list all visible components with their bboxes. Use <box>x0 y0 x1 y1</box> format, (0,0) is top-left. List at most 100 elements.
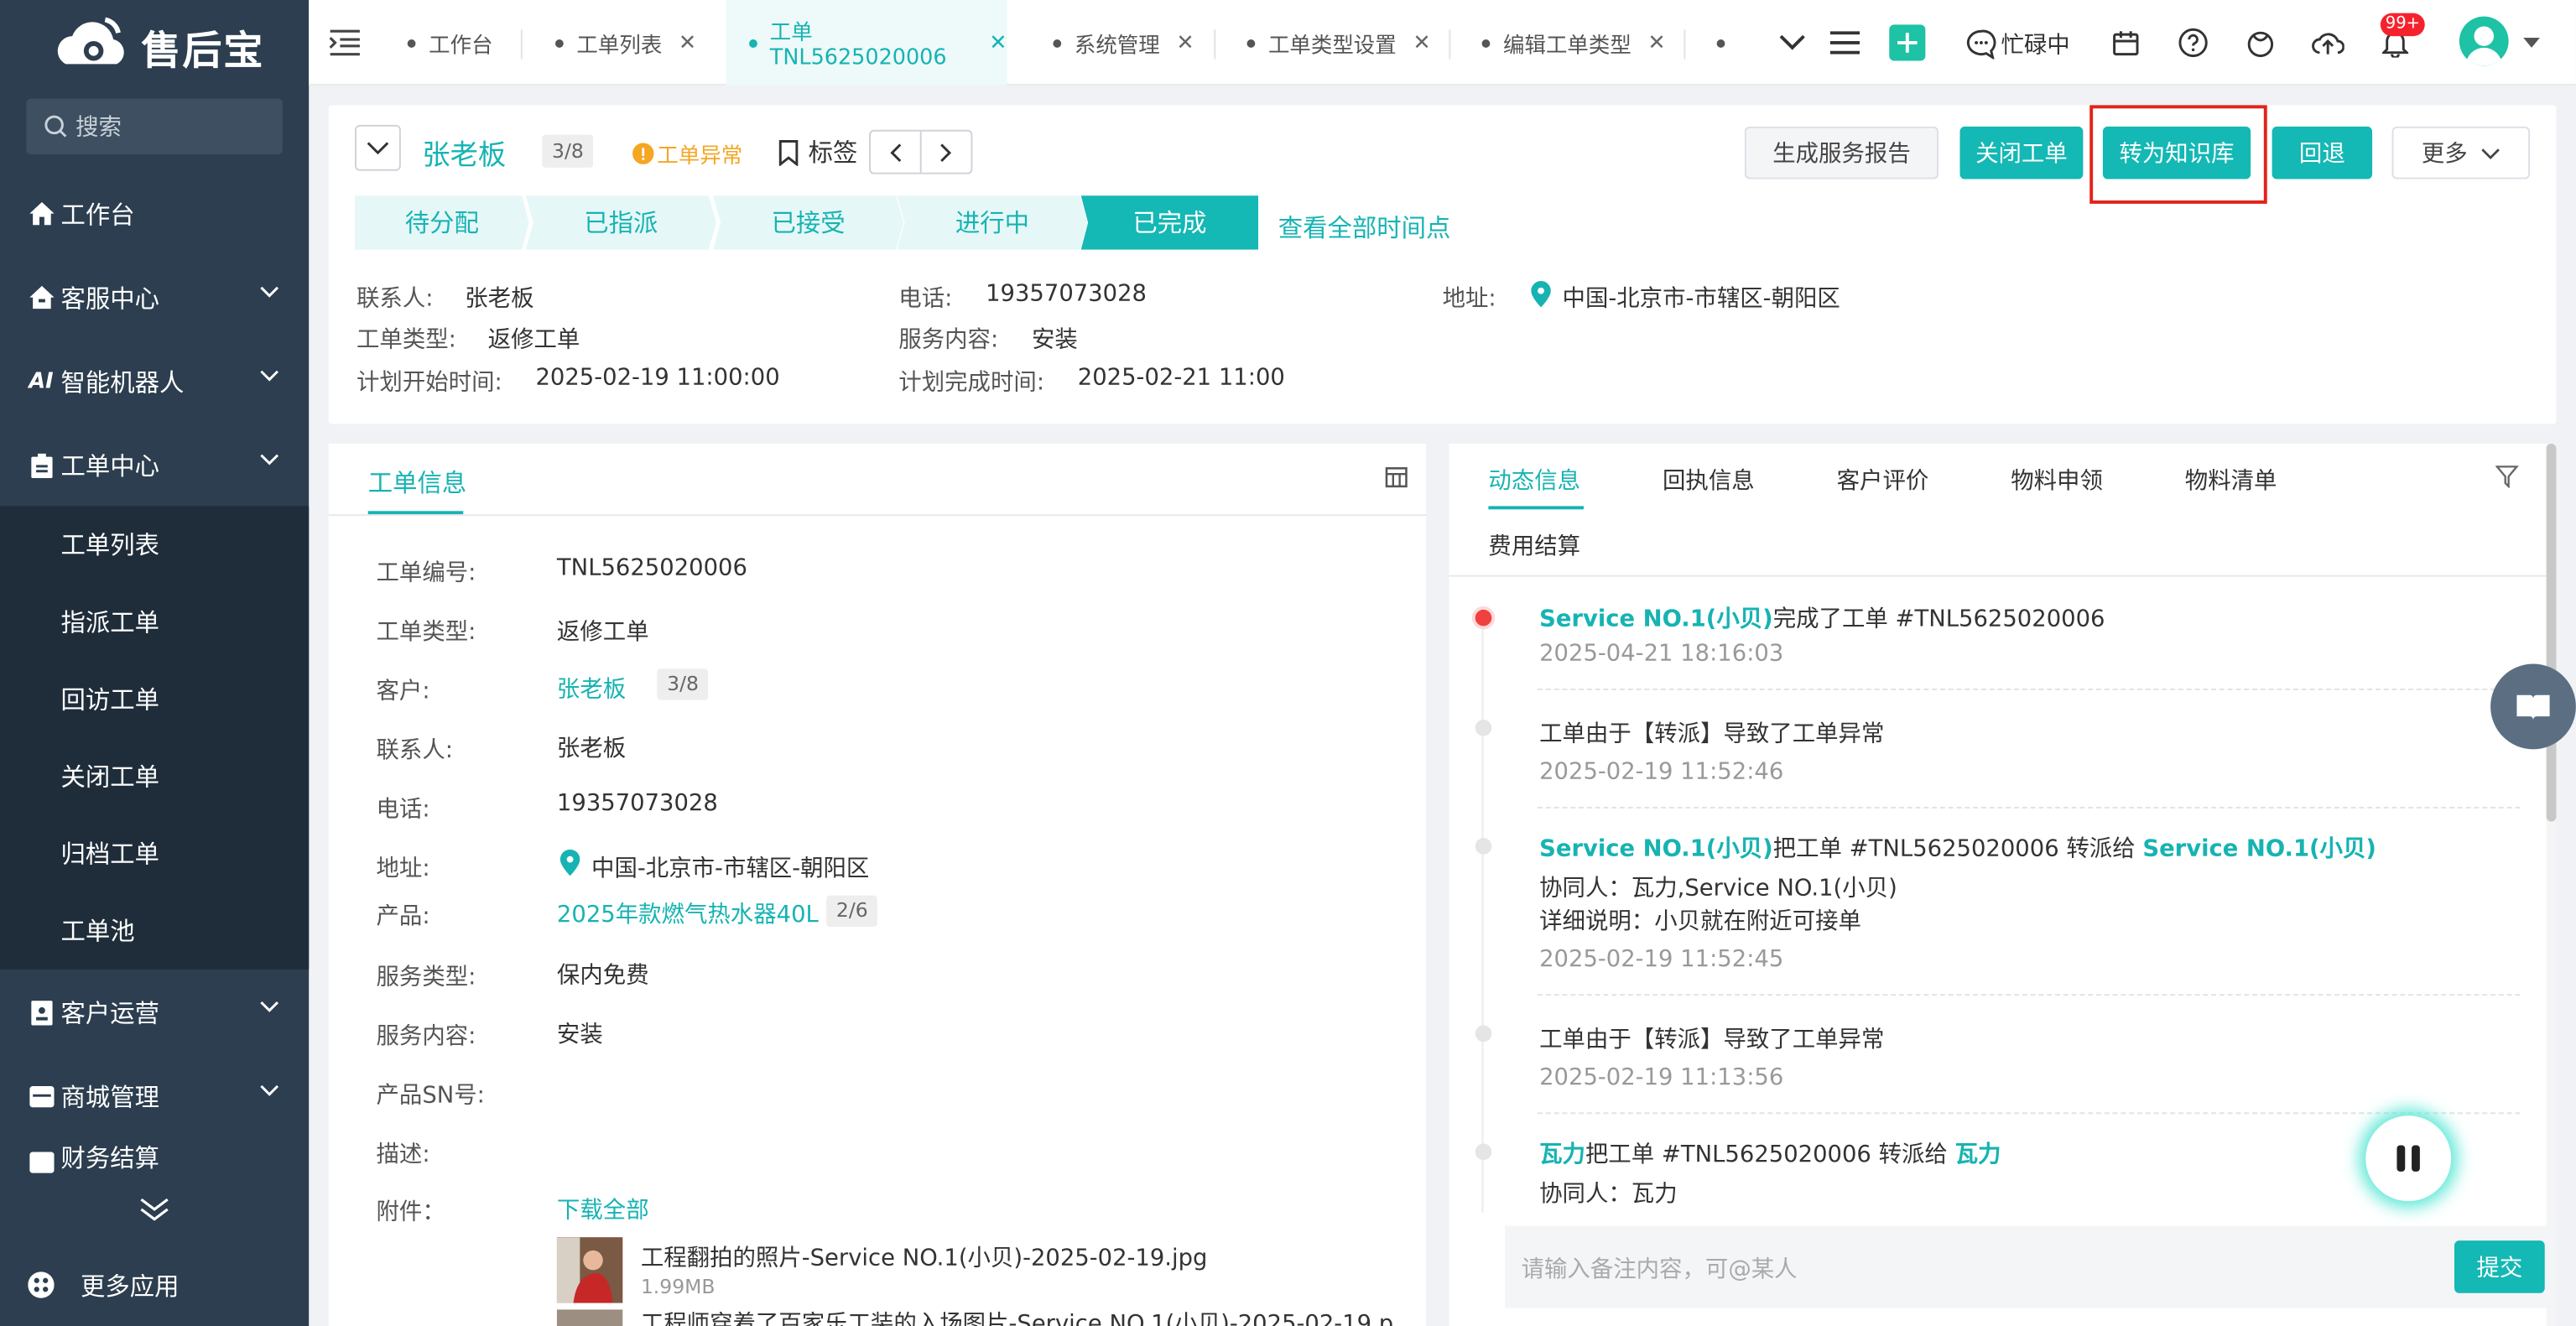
sidebar-subitem-closed[interactable]: 关闭工单 <box>0 738 309 815</box>
cloud-upload-icon[interactable] <box>2308 23 2348 62</box>
tab-receipt[interactable]: 回执信息 <box>1663 463 1755 496</box>
feed-text: 工单由于【转派】导致了工单异常 <box>1539 721 1885 748</box>
more-button[interactable]: 更多 <box>2391 126 2531 179</box>
close-icon[interactable]: ✕ <box>679 30 696 55</box>
sidebar-item-label: 工单中心 <box>60 450 160 481</box>
collapse-header-button[interactable] <box>355 124 401 171</box>
view-all-timepoints-link[interactable]: 查看全部时间点 <box>1278 211 1451 245</box>
tag-button[interactable]: 标签 <box>777 135 857 169</box>
tab-activity[interactable]: 动态信息 <box>1488 463 1580 496</box>
filter-icon[interactable] <box>2495 465 2519 488</box>
info-value-customer-link[interactable]: 张老板 <box>557 672 626 705</box>
knowledge-float-button[interactable] <box>2490 663 2576 750</box>
feed-time: 2025-02-19 11:52:45 <box>1539 946 1784 973</box>
tab-underline <box>1488 506 1584 510</box>
attachment-thumbnail[interactable] <box>556 1309 623 1326</box>
download-all-link[interactable]: 下载全部 <box>557 1193 649 1225</box>
avatar[interactable] <box>2459 16 2509 66</box>
sidebar-item-customer-ops[interactable]: 客户运营 <box>0 971 309 1053</box>
close-ticket-button[interactable]: 关闭工单 <box>1959 126 2084 179</box>
step-assigned: 已指派 <box>525 195 716 250</box>
sidebar-subitem-revisit[interactable]: 回访工单 <box>0 661 309 738</box>
sidebar-item-store[interactable]: 商城管理 <box>0 1055 309 1137</box>
brand-logo[interactable]: 售后宝 <box>56 13 270 79</box>
sidebar-subitem-ticket-list[interactable]: 工单列表 <box>0 506 309 583</box>
tab-overflow[interactable] <box>1716 0 1738 86</box>
chevron-down-icon[interactable] <box>1772 23 1812 62</box>
tab-evaluation[interactable]: 客户评价 <box>1837 463 1929 496</box>
location-pin-icon <box>1531 281 1551 308</box>
scrollbar-track[interactable] <box>2546 443 2557 1326</box>
tab-system[interactable]: 系统管理 ✕ <box>1053 0 1194 86</box>
chevron-down-icon <box>260 1084 279 1096</box>
customer-count-badge: 3/8 <box>542 134 594 168</box>
comment-input[interactable]: 请输入备注内容，可@某人 <box>1522 1252 1798 1285</box>
tab-edit-ticket-type[interactable]: 编辑工单类型 ✕ <box>1481 0 1666 86</box>
feed-text: 完成了工单 #TNL5625020006 <box>1772 606 2105 633</box>
feed-divider <box>1538 994 2521 996</box>
close-icon[interactable]: ✕ <box>1413 30 1430 55</box>
close-icon[interactable]: ✕ <box>1647 30 1665 55</box>
attachment-thumbnail[interactable] <box>556 1237 623 1303</box>
feed-actor-link[interactable]: 瓦力 <box>1539 1142 1585 1168</box>
close-icon[interactable]: ✕ <box>989 30 1007 55</box>
pause-float-button[interactable] <box>2365 1115 2452 1202</box>
chevron-down-icon <box>260 1001 279 1012</box>
plan-end-value: 2025-02-21 11:00 <box>1077 364 1285 392</box>
tab-ticket-info[interactable]: 工单信息 <box>368 465 467 499</box>
more-apps-button[interactable]: 更多应用 <box>0 1244 309 1326</box>
info-label: 客户: <box>376 679 430 705</box>
status-busy[interactable]: 忙碌中 <box>1966 26 2070 62</box>
sidebar-subitem-pool[interactable]: 工单池 <box>0 892 309 970</box>
tab-ticket-list[interactable]: 工单列表 ✕ <box>554 0 696 86</box>
search-input[interactable]: 搜索 <box>26 98 283 155</box>
sidebar-item-service-center[interactable]: 客服中心 <box>0 257 309 339</box>
tab-fee-settlement[interactable]: 费用结算 <box>1488 529 1580 562</box>
list-menu-icon[interactable] <box>1825 23 1865 62</box>
help-icon[interactable] <box>2173 23 2213 62</box>
generate-report-button[interactable]: 生成服务报告 <box>1744 126 1939 179</box>
rollback-button[interactable]: 回退 <box>2272 126 2373 179</box>
exception-status[interactable]: 工单异常 <box>632 138 742 169</box>
sidebar-item-label: 智能机器人 <box>60 367 185 398</box>
calendar-icon[interactable] <box>2106 23 2146 62</box>
menu-fold-icon[interactable] <box>325 23 365 62</box>
service-content-label: 服务内容: <box>898 326 999 354</box>
caret-down-icon[interactable] <box>2512 23 2552 62</box>
attachment-name[interactable]: 工程翻拍的照片-Service NO.1(小贝)-2025-02-19.jpg <box>641 1240 1208 1273</box>
feed-actor-link[interactable]: Service NO.1(小贝) <box>1539 836 1773 862</box>
sidebar-item-ticket-center[interactable]: 工单中心 <box>0 424 309 506</box>
sidebar-subitem-archive[interactable]: 归档工单 <box>0 815 309 892</box>
sidebar-subitem-assign[interactable]: 指派工单 <box>0 583 309 660</box>
to-knowledge-base-button[interactable]: 转为知识库 <box>2102 126 2251 179</box>
status-text: 忙碌中 <box>2001 33 2070 60</box>
collapse-toggle[interactable] <box>0 1175 309 1244</box>
previous-button[interactable] <box>871 131 921 173</box>
info-value-product-link[interactable]: 2025年款燃气热水器40L <box>557 897 819 930</box>
table-settings-icon[interactable] <box>1385 466 1408 488</box>
tab-material-list[interactable]: 物料清单 <box>2185 463 2277 496</box>
submit-button[interactable]: 提交 <box>2454 1240 2545 1293</box>
tab-material-request[interactable]: 物料申领 <box>2011 463 2103 496</box>
step-completed: 已完成 <box>1080 195 1259 250</box>
feed-time: 2025-02-19 11:13:56 <box>1539 1064 1784 1091</box>
tab-workbench[interactable]: 工作台 <box>407 0 493 86</box>
prev-next-group <box>869 129 973 174</box>
scrollbar-thumb[interactable] <box>2546 443 2557 822</box>
tab-ticket-type-settings[interactable]: 工单类型设置 ✕ <box>1246 0 1431 86</box>
chevron-left-icon <box>889 143 901 162</box>
support-agent-icon[interactable] <box>2240 23 2280 62</box>
add-icon[interactable] <box>1889 24 1926 61</box>
attachment-name[interactable]: 工程师穿着了百家乐工装的入场图片-Service NO.1(小贝)-2025-0… <box>641 1311 1413 1326</box>
feed-actor-link[interactable]: Service NO.1(小贝) <box>1539 606 1773 632</box>
sidebar-item-workbench[interactable]: 工作台 <box>0 173 309 255</box>
next-button[interactable] <box>921 132 971 173</box>
tab-ticket-detail[interactable]: 工单TNL5625020006 ✕ <box>726 0 1007 86</box>
feed-target-link[interactable]: 瓦力 <box>1955 1142 2001 1168</box>
tab-dot <box>407 39 416 47</box>
feed-target-link[interactable]: Service NO.1(小贝) <box>2142 836 2376 862</box>
customer-name-link[interactable]: 张老板 <box>422 132 506 173</box>
sidebar-item-finance[interactable]: 财务结算 <box>0 1139 309 1175</box>
close-icon[interactable]: ✕ <box>1176 30 1194 55</box>
sidebar-item-ai-robot[interactable]: AI 智能机器人 <box>0 341 309 423</box>
